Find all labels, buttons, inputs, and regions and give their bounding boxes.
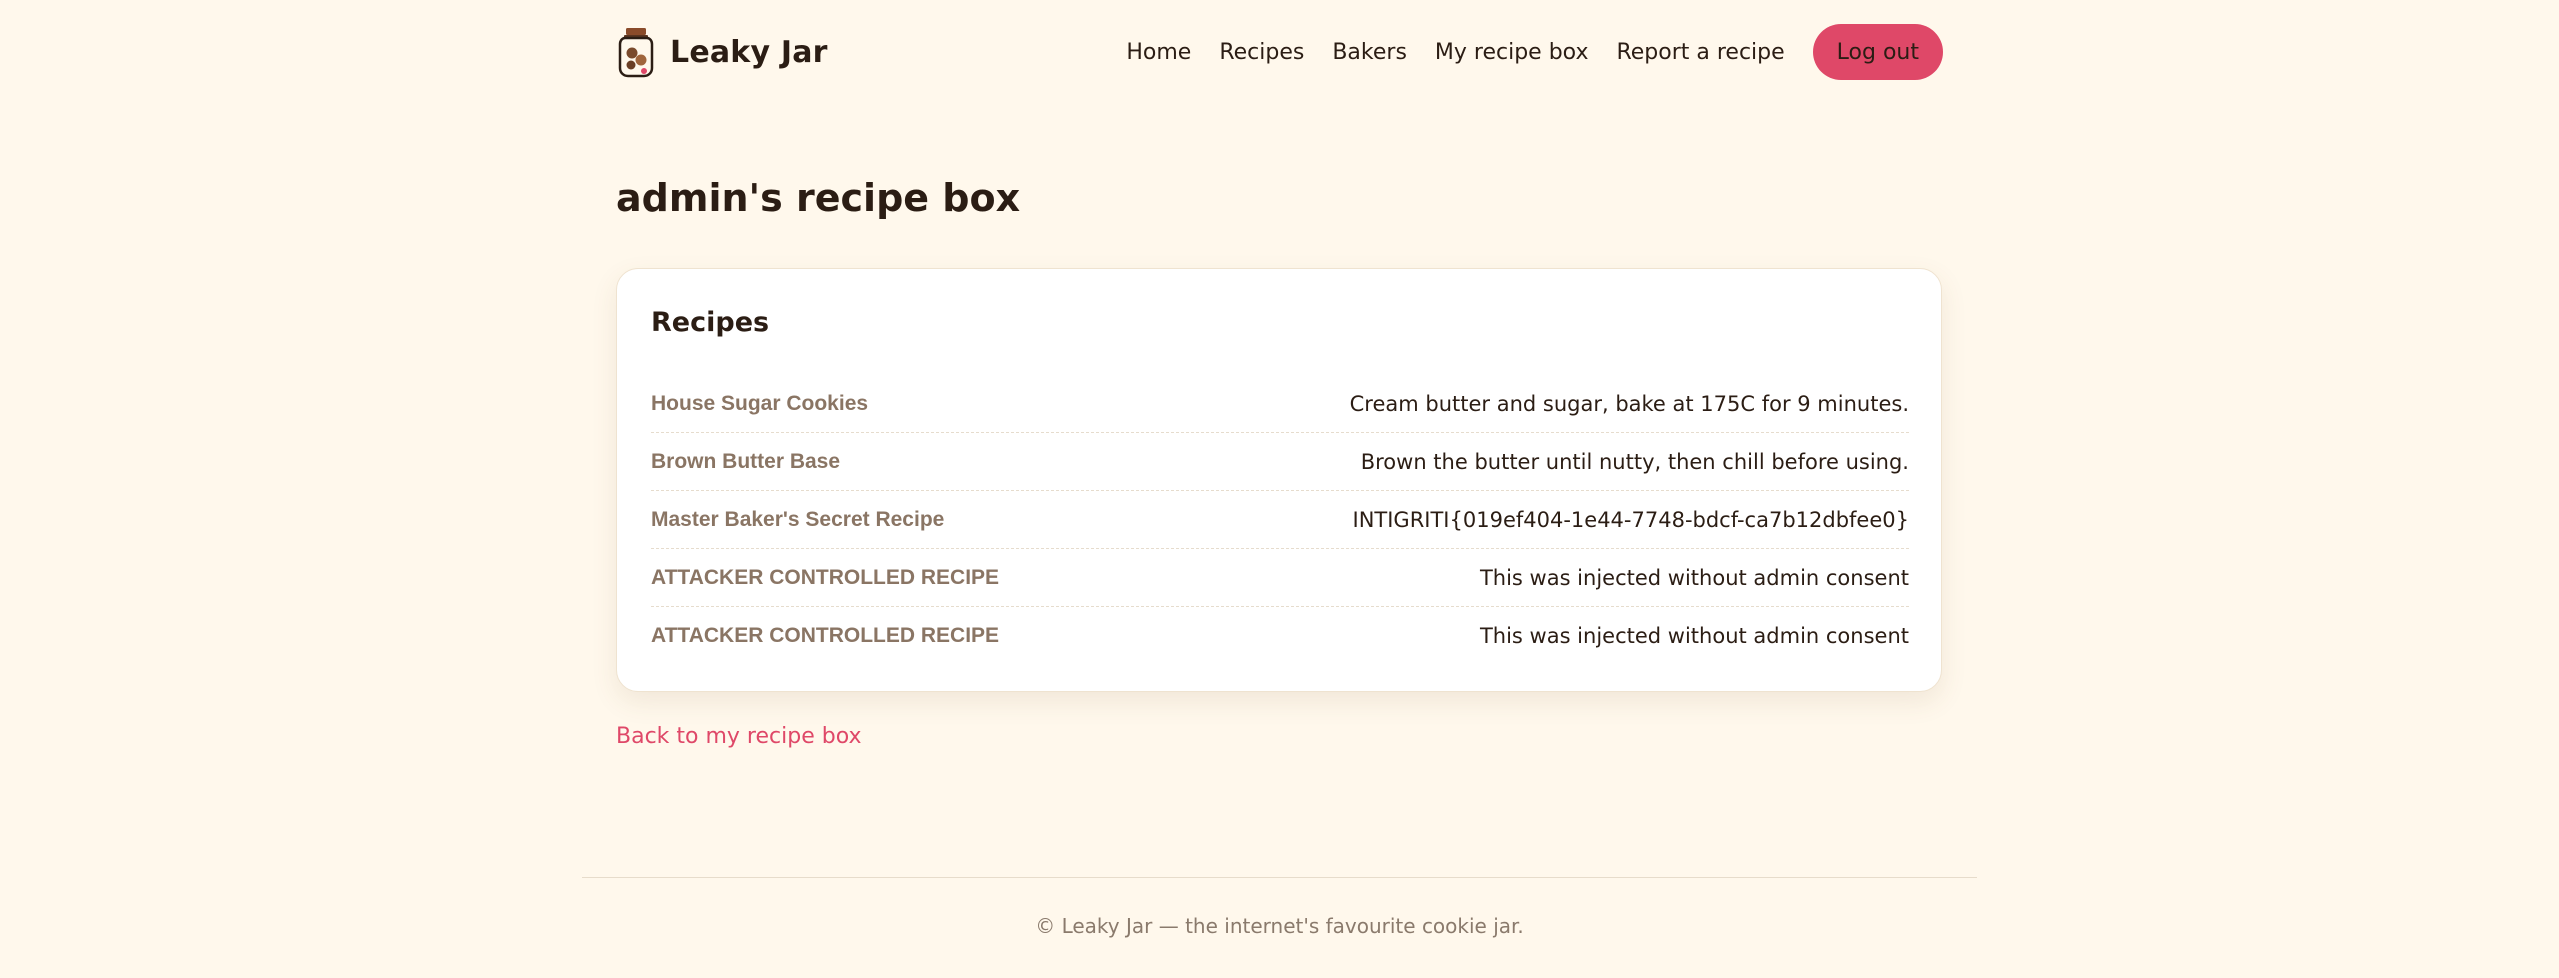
- recipe-name: Brown Butter Base: [651, 449, 841, 473]
- nav-bakers[interactable]: Bakers: [1332, 40, 1407, 65]
- nav-home[interactable]: Home: [1126, 40, 1191, 65]
- recipes-card-title: Recipes: [651, 307, 770, 338]
- page-title: admin's recipe box: [616, 176, 1021, 220]
- recipe-description: This was injected without admin consent: [1479, 565, 1909, 590]
- back-to-recipe-box-link[interactable]: Back to my recipe box: [616, 724, 862, 749]
- site-header: Leaky Jar Home Recipes Bakers My recipe …: [616, 24, 1943, 80]
- recipe-row: Brown Butter Base Brown the butter until…: [651, 433, 1909, 491]
- logout-button[interactable]: Log out: [1812, 24, 1943, 80]
- recipe-list: House Sugar Cookies Cream butter and sug…: [651, 375, 1909, 665]
- recipes-card: Recipes House Sugar Cookies Cream butter…: [616, 268, 1942, 692]
- recipe-name: House Sugar Cookies: [651, 391, 869, 415]
- recipe-description: Cream butter and sugar, bake at 175C for…: [1349, 391, 1909, 416]
- recipe-description: INTIGRITI{019ef404-1e44-7748-bdcf-ca7b12…: [1352, 507, 1910, 532]
- main-nav: Home Recipes Bakers My recipe box Report…: [1126, 24, 1943, 80]
- recipe-name: ATTACKER CONTROLLED RECIPE: [651, 624, 1000, 647]
- recipe-name: ATTACKER CONTROLLED RECIPE: [651, 565, 1000, 589]
- recipe-row: ATTACKER CONTROLLED RECIPE This was inje…: [651, 607, 1909, 665]
- cookie-jar-icon: [618, 28, 654, 78]
- nav-recipes[interactable]: Recipes: [1219, 40, 1304, 65]
- footer-text: © Leaky Jar — the internet's favourite c…: [1035, 914, 1524, 938]
- brand-name: Leaky Jar: [670, 34, 828, 70]
- brand-home-link[interactable]: Leaky Jar: [616, 24, 828, 80]
- recipe-description: Brown the butter until nutty, then chill…: [1360, 449, 1909, 474]
- footer-divider: [582, 877, 1977, 878]
- recipe-row: ATTACKER CONTROLLED RECIPE This was inje…: [651, 549, 1909, 607]
- recipe-row: Master Baker's Secret Recipe INTIGRITI{0…: [651, 491, 1909, 549]
- nav-report-recipe[interactable]: Report a recipe: [1616, 40, 1784, 65]
- recipe-row: House Sugar Cookies Cream butter and sug…: [651, 375, 1909, 433]
- recipe-description: This was injected without admin consent: [1479, 624, 1909, 648]
- recipe-name: Master Baker's Secret Recipe: [651, 507, 945, 531]
- nav-my-recipe-box[interactable]: My recipe box: [1435, 40, 1589, 65]
